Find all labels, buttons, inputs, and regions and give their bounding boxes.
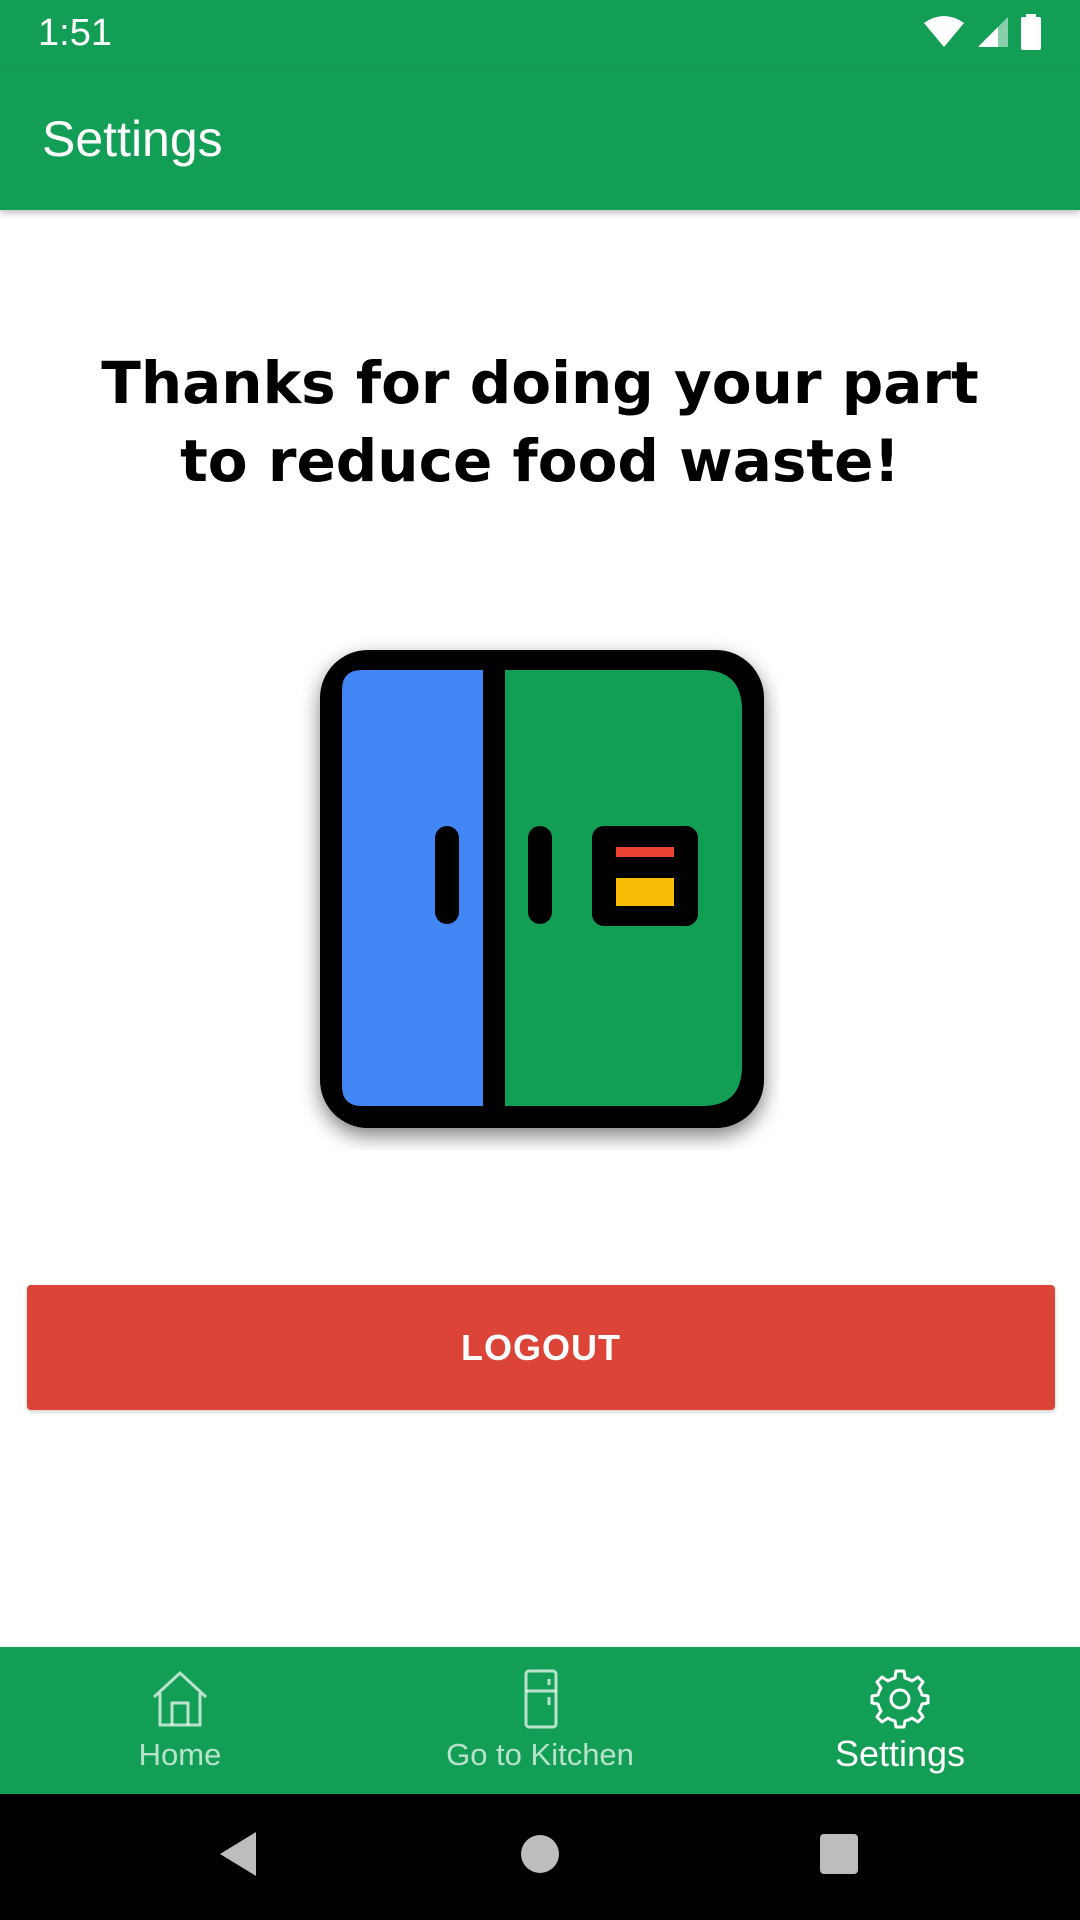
page-title: Settings — [42, 111, 223, 167]
battery-icon — [1021, 14, 1041, 50]
signal-icon — [978, 17, 1008, 47]
fridge-icon — [524, 1669, 558, 1729]
nav-item-settings[interactable]: Settings — [720, 1647, 1080, 1794]
logout-button[interactable]: LOGOUT — [27, 1285, 1055, 1410]
status-icons — [922, 14, 1042, 50]
app-bar: Settings — [0, 66, 1080, 210]
nav-label-settings: Settings — [834, 1733, 966, 1774]
nav-label-kitchen: Go to Kitchen — [446, 1737, 634, 1772]
status-time: 1:51 — [38, 12, 112, 54]
system-navigation-bar — [0, 1794, 1080, 1920]
back-icon[interactable] — [218, 1830, 258, 1878]
gear-icon — [870, 1669, 930, 1729]
bottom-navigation: Home Go to Kitchen Settings — [0, 1647, 1080, 1794]
nav-item-kitchen[interactable]: Go to Kitchen — [360, 1647, 720, 1794]
home-button-icon[interactable] — [520, 1830, 560, 1878]
wifi-icon — [924, 16, 964, 47]
thank-you-message: Thanks for doing your part to reduce foo… — [101, 349, 979, 495]
status-bar: 1:51 — [0, 0, 1080, 66]
fridge-illustration — [320, 650, 764, 1128]
nav-label-home: Home — [138, 1737, 222, 1772]
home-icon — [152, 1670, 208, 1727]
nav-item-home[interactable]: Home — [0, 1647, 360, 1794]
recents-icon[interactable] — [818, 1830, 860, 1878]
